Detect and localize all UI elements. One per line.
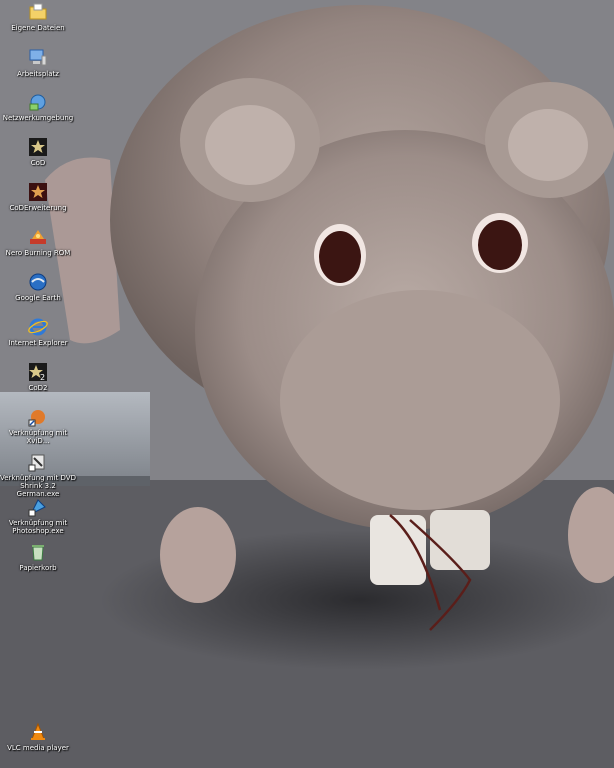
photoshop-icon	[28, 497, 48, 517]
nero-icon	[28, 227, 48, 247]
cod-expansion-icon	[28, 182, 48, 202]
desktop-icon-google-earth[interactable]: Google Earth	[0, 272, 76, 302]
internet-explorer-icon	[28, 317, 48, 337]
desktop-icon-nero[interactable]: Nero Burning ROM	[0, 227, 76, 257]
desktop-icon-cod-expansion[interactable]: CoDErweiterung	[0, 182, 76, 212]
desktop-icon-label: Papierkorb	[19, 564, 57, 572]
desktop-icon-label: CoD	[30, 159, 46, 167]
desktop-icon-network[interactable]: Netzwerkumgebung	[0, 92, 76, 122]
google-earth-icon	[28, 272, 48, 292]
network-icon	[28, 92, 48, 112]
desktop-icon-cod2[interactable]: 2 CoD2	[0, 362, 76, 392]
desktop-icon-recycle-bin[interactable]: Papierkorb	[0, 542, 76, 572]
cod-star-icon	[28, 137, 48, 157]
recycle-bin-icon	[28, 542, 48, 562]
desktop-icon-label: Eigene Dateien	[11, 24, 65, 32]
desktop-icon-label: Arbeitsplatz	[17, 70, 59, 78]
desktop-icon-shortcut-app[interactable]: Verknüpfung mit XviD...	[0, 407, 76, 445]
desktop-icon-label: Verknüpfung mit DVD Shrink 3.2 German.ex…	[0, 474, 76, 498]
desktop-icon-label: VLC media player	[7, 744, 69, 752]
dvd-shrink-icon	[28, 452, 48, 472]
cod2-icon: 2	[28, 362, 48, 382]
desktop-icon-label: Nero Burning ROM	[5, 249, 71, 257]
desktop-icon-label: Netzwerkumgebung	[2, 114, 74, 122]
desktop-icon-cod-star[interactable]: CoD	[0, 137, 76, 167]
vlc-icon	[28, 722, 48, 742]
desktop-icon-internet-explorer[interactable]: Internet Explorer	[0, 317, 76, 347]
desktop-icon-photoshop[interactable]: Verknüpfung mit Photoshop.exe	[0, 497, 76, 535]
svg-text:2: 2	[40, 373, 45, 382]
desktop-icon-label: Verknüpfung mit XviD...	[8, 429, 68, 445]
desktop-icon-my-computer[interactable]: Arbeitsplatz	[0, 48, 76, 78]
desktop-icon-folder-documents[interactable]: Eigene Dateien	[0, 2, 76, 32]
folder-documents-icon	[28, 2, 48, 22]
desktop-icon-label: Verknüpfung mit Photoshop.exe	[8, 519, 68, 535]
desktop-icon-label: CoD2	[28, 384, 48, 392]
desktop-icon-label: Internet Explorer	[8, 339, 68, 347]
my-computer-icon	[28, 48, 48, 68]
shortcut-app-icon	[28, 407, 48, 427]
desktop-icon-label: Google Earth	[15, 294, 61, 302]
desktop-icon-vlc[interactable]: VLC media player	[0, 722, 76, 752]
desktop-wallpaper	[0, 0, 614, 768]
desktop-icon-label: CoDErweiterung	[9, 204, 67, 212]
desktop-icon-dvd-shrink[interactable]: Verknüpfung mit DVD Shrink 3.2 German.ex…	[0, 452, 76, 498]
